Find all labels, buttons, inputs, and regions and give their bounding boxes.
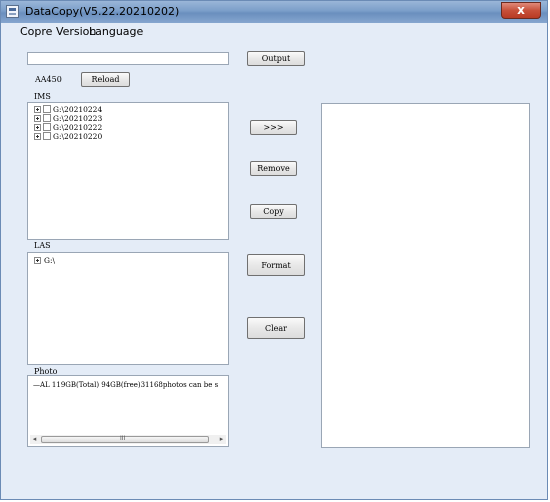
expand-icon[interactable] xyxy=(34,124,41,131)
copy-button[interactable]: Copy xyxy=(250,204,297,219)
menu-language[interactable]: Language xyxy=(89,25,143,38)
target-list[interactable] xyxy=(321,103,530,448)
path-input[interactable] xyxy=(27,52,229,65)
menu-bar: Copre Version Language xyxy=(1,23,547,41)
las-tree[interactable]: G:\ xyxy=(27,252,229,365)
horizontal-scrollbar[interactable]: ◂ III ▸ xyxy=(30,435,226,444)
ims-tree[interactable]: G:\20210224 G:\20210223 G:\20210222 G:\2… xyxy=(27,102,229,240)
title-bar[interactable]: DataCopy(V5.22.20210202) x xyxy=(1,1,547,23)
tree-item[interactable]: G:\20210220 xyxy=(34,132,154,141)
transfer-button[interactable]: >>> xyxy=(250,120,297,135)
tree-checkbox[interactable] xyxy=(43,114,51,122)
expand-icon[interactable] xyxy=(34,133,41,140)
tree-checkbox[interactable] xyxy=(43,105,51,113)
tree-item[interactable]: G:\20210222 xyxy=(34,123,154,132)
close-button[interactable]: x xyxy=(501,2,541,19)
photo-panel[interactable]: —AL 119GB(Total) 94GB(free)31168photos c… xyxy=(27,375,229,447)
scroll-left-icon[interactable]: ◂ xyxy=(30,435,39,444)
window-title: DataCopy(V5.22.20210202) xyxy=(25,5,180,18)
grip-icon: III xyxy=(120,435,126,442)
scroll-thumb[interactable]: III xyxy=(41,435,209,443)
reload-button[interactable]: Reload xyxy=(81,72,130,87)
las-label: LAS xyxy=(34,241,51,250)
ims-label: IMS xyxy=(34,92,51,101)
device-label: AA450 xyxy=(35,75,62,84)
app-icon xyxy=(6,5,19,18)
tree-checkbox[interactable] xyxy=(43,132,51,140)
tree-item[interactable]: G:\ xyxy=(34,256,114,265)
scroll-right-icon[interactable]: ▸ xyxy=(217,435,226,444)
expand-icon[interactable] xyxy=(34,106,41,113)
tree-checkbox[interactable] xyxy=(43,123,51,131)
expand-icon[interactable] xyxy=(34,115,41,122)
menu-copre-version[interactable]: Copre Version xyxy=(20,25,96,38)
tree-item[interactable]: G:\20210224 xyxy=(34,105,154,114)
remove-button[interactable]: Remove xyxy=(250,161,297,176)
tree-item[interactable]: G:\20210223 xyxy=(34,114,154,123)
datacopy-window: DataCopy(V5.22.20210202) x Copre Version… xyxy=(0,0,548,500)
output-button[interactable]: Output xyxy=(247,51,305,66)
expand-icon[interactable] xyxy=(34,257,41,264)
clear-button[interactable]: Clear xyxy=(247,317,305,339)
format-button[interactable]: Format xyxy=(247,254,305,276)
photo-info-text: —AL 119GB(Total) 94GB(free)31168photos c… xyxy=(33,381,219,389)
